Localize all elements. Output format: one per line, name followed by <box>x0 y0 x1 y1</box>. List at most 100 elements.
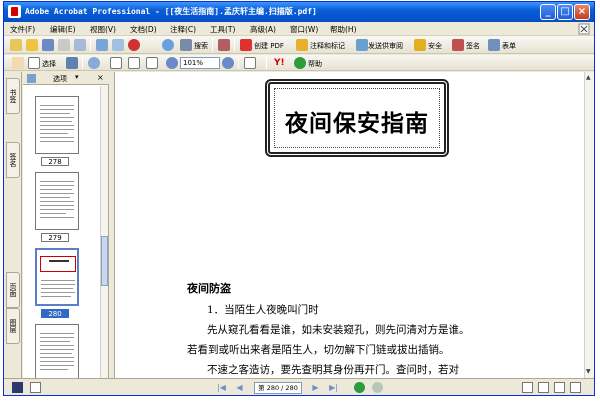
page-thumbnail[interactable] <box>35 96 79 154</box>
comment-icon[interactable] <box>296 39 308 51</box>
review-button[interactable]: 发送供审阅 <box>368 41 403 51</box>
email-icon[interactable] <box>74 39 86 51</box>
create-pdf-icon[interactable] <box>240 39 252 51</box>
page-thumbnail-current[interactable] <box>35 248 79 306</box>
web-icon[interactable] <box>162 39 174 51</box>
menu-advanced[interactable]: 高级(A) <box>250 24 276 35</box>
review-icon[interactable] <box>356 39 368 51</box>
zoom-out-icon[interactable] <box>166 57 178 69</box>
toolbar-separator <box>82 56 83 69</box>
title-bar[interactable]: Adobe Acrobat Professional - [[夜生活指南].孟庆… <box>4 2 594 22</box>
snapshot-icon[interactable] <box>66 57 78 69</box>
panel-close-icon[interactable]: × <box>97 73 104 82</box>
menu-document[interactable]: 文档(D) <box>130 24 157 35</box>
menu-help[interactable]: 帮助(H) <box>330 24 357 35</box>
tab-pages[interactable]: 页面 <box>6 272 20 308</box>
tab-bookmarks[interactable]: 书签 <box>6 78 20 114</box>
rotate-view-icon[interactable] <box>244 57 256 69</box>
pages-panel-toggle-icon[interactable] <box>12 382 23 393</box>
scroll-up-icon[interactable]: ▲ <box>586 74 591 81</box>
select-tool-button[interactable]: 选择 <box>42 59 56 69</box>
panel-scroll-thumb[interactable] <box>101 236 108 286</box>
yahoo-icon[interactable]: Y! <box>274 57 286 69</box>
paragraph-line: 若看到或听出来者是陌生人，切勿解下门链或拔出插销。 <box>187 344 450 356</box>
minimize-button[interactable]: _ <box>540 4 556 20</box>
page-size-icon[interactable] <box>30 382 41 393</box>
continuous-layout-icon[interactable] <box>538 382 549 393</box>
menu-edit[interactable]: 编辑(E) <box>50 24 76 35</box>
fit-width-icon[interactable] <box>146 57 158 69</box>
maximize-button[interactable]: □ <box>557 4 573 20</box>
document-view[interactable]: 夜间保安指南 夜间防盗 1．当陌生人夜晚叫门时 先从窥孔看看是谁，如未安装窥孔，… <box>114 72 584 378</box>
options-chevron-icon[interactable]: ▾ <box>75 73 79 81</box>
save-icon[interactable] <box>42 39 54 51</box>
help-icon[interactable] <box>294 57 306 69</box>
window-title: Adobe Acrobat Professional - [[夜生活指南].孟庆… <box>25 7 317 16</box>
print-icon[interactable] <box>58 39 70 51</box>
delete-page-icon[interactable] <box>27 74 36 83</box>
last-page-icon[interactable]: ▶| <box>328 383 339 393</box>
panel-header: 选项 ▾ × <box>23 72 109 85</box>
menu-bar: 文件(F) 编辑(E) 视图(V) 文档(D) 注释(C) 工具(T) 高级(A… <box>4 22 594 36</box>
sign-pen-icon[interactable] <box>452 39 464 51</box>
next-page-icon[interactable]: ▶ <box>310 383 321 393</box>
menu-file[interactable]: 文件(F) <box>10 24 35 35</box>
actual-size-icon[interactable] <box>110 57 122 69</box>
page-thumbnail[interactable] <box>35 324 79 378</box>
comment-button[interactable]: 注释和标记 <box>310 41 345 51</box>
panel-scrollbar[interactable] <box>100 86 108 378</box>
hand-tool-icon[interactable] <box>12 57 24 69</box>
zoom-in-icon[interactable] <box>88 57 100 69</box>
pages-panel: 选项 ▾ × 278 279 280 <box>23 72 109 378</box>
acrobat-logo-icon <box>8 5 21 18</box>
previous-page-icon[interactable]: ◀ <box>234 383 245 393</box>
tab-layers[interactable]: 图层 <box>6 308 20 344</box>
zoom-level-field[interactable]: 101% <box>180 57 220 69</box>
page-number-field[interactable]: 第 280 / 280 页 <box>254 382 302 394</box>
fit-page-icon[interactable] <box>128 57 140 69</box>
zoom-plus-icon[interactable] <box>222 57 234 69</box>
close-button[interactable]: × <box>574 4 590 20</box>
forms-icon[interactable] <box>488 39 500 51</box>
menu-tools[interactable]: 工具(T) <box>210 24 235 35</box>
file-toolbar: 搜索 创建 PDF 注释和标记 发送供审阅 安全 签名 表单 <box>4 36 594 54</box>
facing-layout-icon[interactable] <box>554 382 565 393</box>
next-view-icon[interactable] <box>372 382 383 393</box>
sign-button[interactable]: 签名 <box>466 41 480 51</box>
secure-button[interactable]: 安全 <box>428 41 442 51</box>
menu-view[interactable]: 视图(V) <box>90 24 116 35</box>
stamp-icon[interactable] <box>218 39 230 51</box>
visible-area-box[interactable] <box>40 256 76 272</box>
search-label[interactable]: 搜索 <box>194 41 208 51</box>
document-scrollbar[interactable]: ▲ ▼ <box>584 72 594 378</box>
help-button[interactable]: 帮助 <box>308 59 322 69</box>
menu-comments[interactable]: 注释(C) <box>170 24 196 35</box>
create-icon[interactable] <box>10 39 22 51</box>
scroll-down-icon[interactable]: ▼ <box>586 368 591 375</box>
toolbar-separator <box>238 56 239 69</box>
select-text-icon[interactable] <box>28 57 40 69</box>
forms-button[interactable]: 表单 <box>502 41 516 51</box>
status-bar: |◀ ◀ 第 280 / 280 页 ▶ ▶| <box>4 378 594 395</box>
open-folder-icon[interactable] <box>26 39 38 51</box>
thumbnail-list: 278 279 280 <box>23 86 101 378</box>
paragraph-line: 1．当陌生人夜晚叫门时 <box>207 304 319 316</box>
organizer-icon[interactable] <box>96 39 108 51</box>
menu-close-doc-icon[interactable] <box>578 23 590 35</box>
lock-icon[interactable] <box>414 39 426 51</box>
pencil-icon[interactable] <box>112 39 124 51</box>
continuous-facing-layout-icon[interactable] <box>570 382 581 393</box>
menu-window[interactable]: 窗口(W) <box>290 24 318 35</box>
record-icon[interactable] <box>128 39 140 51</box>
tab-signatures[interactable]: 签名 <box>6 142 20 178</box>
paragraph-line: 先从窥孔看看是谁，如未安装窥孔，则先问清对方是谁。 <box>207 324 470 336</box>
single-page-layout-icon[interactable] <box>522 382 533 393</box>
binoculars-icon[interactable] <box>180 39 192 51</box>
first-page-icon[interactable]: |◀ <box>216 383 227 393</box>
toolbar-separator <box>212 38 213 51</box>
panel-splitter[interactable] <box>109 72 113 378</box>
create-pdf-button[interactable]: 创建 PDF <box>254 41 284 51</box>
page-thumbnail[interactable] <box>35 172 79 230</box>
options-menu[interactable]: 选项 <box>53 74 67 84</box>
previous-view-icon[interactable] <box>354 382 365 393</box>
